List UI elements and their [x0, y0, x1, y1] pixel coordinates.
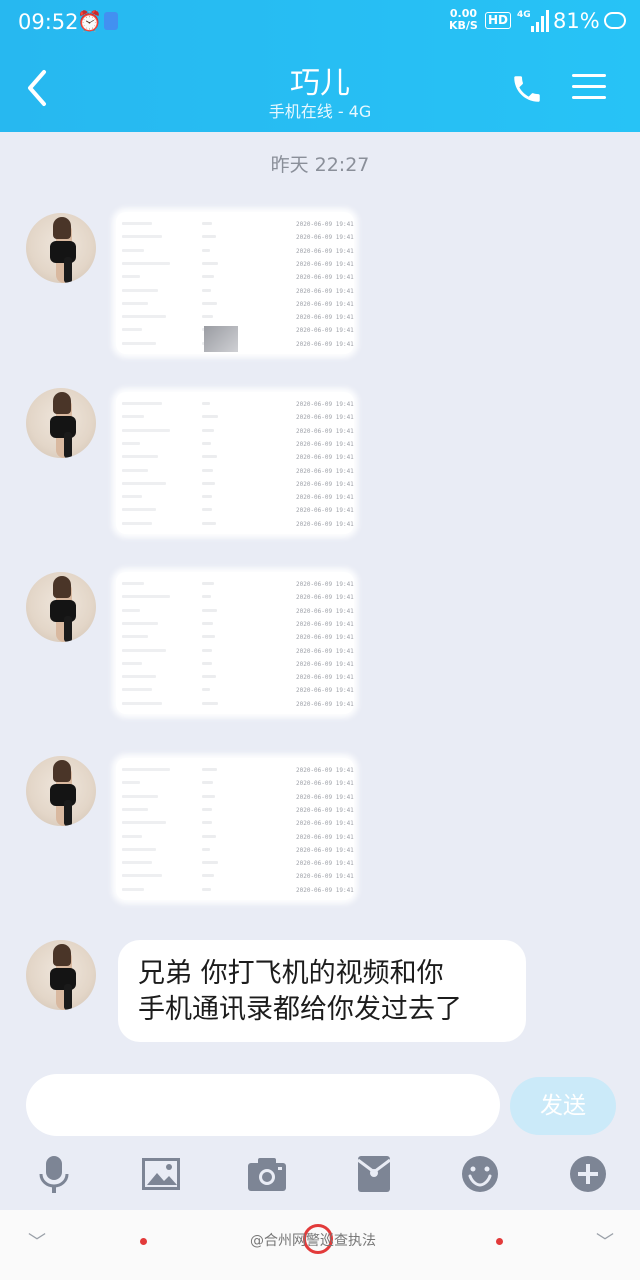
table-cell-date: 2020-06-09 19:41:37 [296, 274, 354, 282]
red-packet-icon[interactable] [352, 1152, 396, 1196]
mosaic-blur [116, 212, 286, 354]
net-speed-unit: KB/S [449, 19, 478, 32]
table-cell-date: 2020-06-09 19:41:37 [296, 660, 354, 668]
text-message-bubble[interactable]: 兄弟 你打飞机的视频和你 手机通讯录都给你发过去了 [118, 940, 526, 1042]
table-cell-date: 2020-06-09 19:41:37 [296, 327, 354, 335]
clock: 09:52 [18, 10, 79, 34]
nav-dot [496, 1238, 503, 1245]
image-icon[interactable] [138, 1152, 184, 1196]
battery-icon [604, 12, 626, 29]
table-cell-date: 2020-06-09 19:41:37 [296, 607, 354, 615]
table-cell-date: 2020-06-09 19:41:37 [296, 314, 354, 322]
table-cell-date: 2020-06-09 19:41:37 [296, 494, 354, 502]
table-cell-date: 2020-06-09 19:41:37 [296, 634, 354, 642]
contact-name: 巧儿 [290, 66, 350, 101]
table-cell-date: 2020-06-09 19:41:37 [296, 647, 354, 655]
table-cell-date: 2020-06-09 19:41:37 [296, 507, 354, 515]
table-cell-date: 2020-06-09 19:41:37 [296, 401, 354, 408]
plus-icon[interactable] [566, 1152, 610, 1196]
nav-dot [140, 1238, 147, 1245]
table-cell-date: 2020-06-09 19:41:37 [296, 287, 354, 295]
avatar[interactable] [26, 388, 96, 458]
chat-header: 巧儿 手机在线 - 4G [0, 44, 640, 132]
chevron-down-icon[interactable]: ﹀ [28, 1228, 46, 1254]
image-message[interactable]: 2020-06-09 19:41:37 2020-06-09 19:41:37 20… [116, 758, 354, 900]
phone-icon[interactable] [510, 72, 544, 106]
table-cell-date: 2020-06-09 19:41:37 [296, 594, 354, 602]
mosaic-blur [116, 572, 286, 714]
table-cell-date: 2020-06-09 19:41:37 [296, 234, 354, 242]
table-cell-date: 2020-06-09 19:41:37 [296, 820, 354, 828]
table-cell-date: 2020-06-09 19:41:37 [296, 833, 354, 841]
table-cell-date: 2020-06-09 19:41:37 [296, 581, 354, 588]
message-input[interactable] [26, 1074, 500, 1136]
table-cell-date: 2020-06-09 19:41:37 [296, 467, 354, 475]
table-cell-date: 2020-06-09 19:41:37 [296, 793, 354, 801]
table-cell-date: 2020-06-09 19:41:37 [296, 674, 354, 682]
table-cell-date: 2020-06-09 19:41:37 [296, 873, 354, 881]
avatar[interactable] [26, 756, 96, 826]
table-cell-date: 2020-06-09 19:41:37 [296, 767, 354, 774]
table-cell-date: 2020-06-09 19:41:37 [296, 221, 354, 228]
chevron-down-icon[interactable]: ﹀ [596, 1228, 614, 1254]
avatar[interactable] [26, 940, 96, 1010]
image-message[interactable]: 2020-06-09 19:41:37 2020-06-09 19:41:37 20… [116, 572, 354, 714]
table-cell-date: 2020-06-09 19:41:37 [296, 427, 354, 435]
message-text-line: 兄弟 你打飞机的视频和你 [138, 958, 444, 989]
network-speed: 0.00 KB/S [449, 8, 478, 32]
table-cell-date: 2020-06-09 19:41:37 [296, 806, 354, 814]
send-button[interactable]: 发送 [510, 1077, 616, 1135]
mosaic-blur [116, 758, 286, 900]
table-cell-date: 2020-06-09 19:41:37 [296, 860, 354, 868]
watermark: @合州网警巡查执法 [250, 1233, 376, 1249]
table-cell-date: 2020-06-09 19:41:37 [296, 414, 354, 422]
avatar[interactable] [26, 213, 96, 283]
input-toolbar [0, 1148, 640, 1204]
table-cell-date: 2020-06-09 19:41:37 [296, 480, 354, 488]
message-timestamp: 昨天 22:27 [270, 154, 370, 176]
table-cell-date: 2020-06-09 19:41:37 [296, 340, 354, 348]
table-cell-date: 2020-06-09 19:41:37 [296, 440, 354, 448]
hd-badge: HD [485, 12, 512, 29]
alarm-icon: ⏰ [77, 9, 102, 33]
mosaic-blur [116, 392, 286, 534]
signal-type: 4G [517, 10, 531, 20]
table-cell-date: 2020-06-09 19:41:37 [296, 620, 354, 628]
battery-percent: 81% [553, 9, 600, 33]
table-cell-date: 2020-06-09 19:41:37 [296, 846, 354, 854]
image-message[interactable]: 2020-06-09 19:41:37 2020-06-09 19:41:37 20… [116, 212, 354, 354]
table-cell-date: 2020-06-09 19:41:37 [296, 454, 354, 462]
microphone-icon[interactable] [32, 1152, 76, 1196]
signal-icon: 4G [517, 10, 549, 32]
status-bar: 09:52 ⏰ 0.00 KB/S HD 4G 81% [0, 0, 640, 44]
table-cell-date: 2020-06-09 19:41:37 [296, 700, 354, 708]
table-cell-date: 2020-06-09 19:41:37 [296, 520, 354, 528]
message-text-line: 手机通讯录都给你发过去了 [138, 994, 462, 1025]
table-cell-date: 2020-06-09 19:41:37 [296, 260, 354, 268]
camera-icon[interactable] [244, 1152, 290, 1196]
emoji-icon[interactable] [458, 1152, 502, 1196]
hamburger-menu-icon[interactable] [572, 70, 608, 104]
notification-icon [104, 12, 118, 30]
online-status: 手机在线 - 4G [268, 102, 372, 121]
table-cell-date: 2020-06-09 19:41:37 [296, 780, 354, 788]
mosaic-square [204, 326, 238, 352]
table-cell-date: 2020-06-09 19:41:37 [296, 247, 354, 255]
table-cell-date: 2020-06-09 19:41:37 [296, 300, 354, 308]
table-cell-date: 2020-06-09 19:41:37 [296, 886, 354, 894]
table-cell-date: 2020-06-09 19:41:37 [296, 687, 354, 695]
image-message[interactable]: 2020-06-09 19:41:37 2020-06-09 19:41:37 20… [116, 392, 354, 534]
avatar[interactable] [26, 572, 96, 642]
